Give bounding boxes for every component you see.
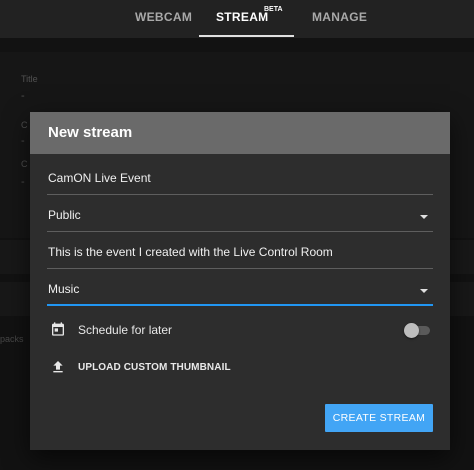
chevron-down-icon (420, 289, 428, 293)
upload-thumbnail-label: UPLOAD CUSTOM THUMBNAIL (78, 362, 231, 373)
upload-thumbnail-button[interactable]: UPLOAD CUSTOM THUMBNAIL (47, 357, 433, 379)
upload-icon (53, 361, 63, 373)
description-field[interactable]: This is the event I created with the Liv… (47, 243, 433, 269)
new-stream-dialog: New stream CamON Live Event Public This … (30, 112, 450, 450)
category-select[interactable]: Music (47, 280, 433, 306)
description-value: This is the event I created with the Liv… (48, 245, 333, 259)
privacy-select[interactable]: Public (47, 206, 433, 232)
tab-manage[interactable]: MANAGE (312, 0, 367, 38)
dialog-title: New stream (48, 124, 133, 141)
calendar-icon (52, 322, 64, 336)
dialog-header: New stream (30, 112, 450, 154)
beta-badge: BETA (264, 6, 283, 13)
active-tab-indicator (199, 35, 294, 37)
schedule-row: Schedule for later (47, 319, 433, 341)
category-value: Music (48, 282, 80, 296)
schedule-toggle[interactable] (404, 323, 432, 338)
chevron-down-icon (420, 215, 428, 219)
tab-webcam[interactable]: WEBCAM (135, 0, 192, 38)
privacy-value: Public (48, 208, 81, 222)
top-tab-bar: WEBCAM STREAM BETA MANAGE (0, 0, 474, 38)
toggle-thumb (404, 323, 419, 338)
event-name-field[interactable]: CamON Live Event (47, 169, 433, 195)
create-stream-button[interactable]: CREATE STREAM (325, 404, 433, 432)
schedule-label: Schedule for later (78, 323, 173, 337)
tab-stream[interactable]: STREAM (216, 0, 268, 38)
event-name-value: CamON Live Event (48, 171, 151, 185)
